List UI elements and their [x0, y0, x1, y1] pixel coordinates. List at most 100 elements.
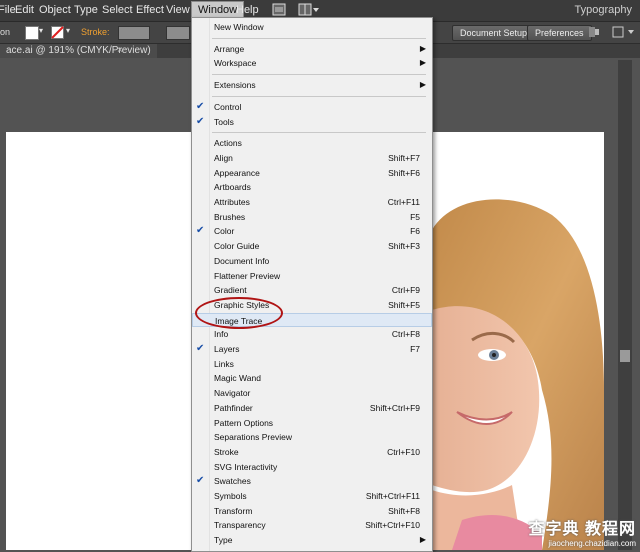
menu-item-color[interactable]: ✔ Color F6 — [192, 224, 432, 238]
menu-item-label: Pattern Options — [214, 417, 274, 428]
checkmark-icon: ✔ — [196, 343, 205, 354]
menu-item-label: Info — [214, 329, 229, 340]
menu-item-symbols[interactable]: Symbols Shift+Ctrl+F11 — [192, 489, 432, 503]
menu-item-info[interactable]: Info Ctrl+F8 — [192, 327, 432, 341]
close-icon[interactable]: × — [117, 45, 123, 56]
menu-separator — [212, 37, 426, 39]
menu-item-document-info[interactable]: Document Info — [192, 254, 432, 268]
menu-item-links[interactable]: Links — [192, 357, 432, 371]
bridge-icon[interactable] — [272, 3, 286, 16]
menu-item-attributes[interactable]: Attributes Ctrl+F11 — [192, 195, 432, 209]
document-tab[interactable]: ace.ai @ 191% (CMYK/Preview) — [0, 44, 157, 58]
menu-item-label: Transform — [214, 505, 253, 516]
menu-item-new-window[interactable]: New Window — [192, 20, 432, 34]
menu-item-label: Appearance — [214, 167, 260, 178]
watermark: 查字典 教程网 jiaocheng.chazidian.com — [529, 515, 636, 548]
menu-item-layers[interactable]: ✔ Layers F7 — [192, 342, 432, 356]
menu-item-shortcut: Ctrl+F9 — [391, 285, 420, 296]
menu-item-shortcut: Shift+F8 — [388, 505, 420, 516]
menu-item-shortcut: Shift+F5 — [388, 299, 420, 310]
menu-object[interactable]: Object — [39, 4, 71, 16]
watermark-url: jiaocheng.chazidian.com — [548, 539, 636, 548]
menu-item-label: Swatches — [214, 476, 251, 487]
menu-separator — [212, 74, 426, 76]
menu-item-type[interactable]: Type ▶ — [192, 533, 432, 547]
submenu-arrow-icon: ▶ — [419, 535, 426, 545]
menu-item-shortcut: Ctrl+F10 — [387, 446, 420, 457]
menu-item-flattener-preview[interactable]: Flattener Preview — [192, 269, 432, 283]
menu-item-label: Workspace — [214, 58, 257, 69]
menu-item-label: Pathfinder — [214, 402, 253, 413]
variable-width-field[interactable] — [166, 26, 190, 40]
menu-item-workspace[interactable]: Workspace ▶ — [192, 56, 432, 70]
workspace-switcher[interactable]: Typography — [575, 4, 632, 16]
menu-item-shortcut: Shift+Ctrl+F9 — [369, 402, 420, 413]
menu-item-artboards[interactable]: Artboards — [192, 180, 432, 194]
menu-select[interactable]: Select — [102, 4, 133, 16]
checkmark-icon: ✔ — [196, 100, 205, 112]
preferences-button[interactable]: Preferences — [527, 25, 592, 41]
fill-swatch[interactable] — [25, 26, 39, 40]
menu-item-control[interactable]: ✔ Control — [192, 100, 432, 114]
arrange-icon[interactable] — [588, 26, 600, 38]
menu-item-magic-wand[interactable]: Magic Wand — [192, 371, 432, 385]
menu-item-transform[interactable]: Transform Shift+F8 — [192, 504, 432, 518]
menu-item-label: Color — [214, 226, 235, 237]
menu-item-label: Align — [214, 152, 233, 163]
menu-item-label: Tools — [214, 116, 234, 127]
menu-item-label: Document Info — [214, 255, 270, 266]
menu-item-shortcut: Ctrl+F8 — [391, 329, 420, 340]
menu-type[interactable]: Type — [74, 4, 98, 16]
menu-effect[interactable]: Effect — [136, 4, 164, 16]
menu-help[interactable]: Help — [236, 4, 259, 16]
menu-item-label: Gradient — [214, 285, 247, 296]
menu-item-color-guide[interactable]: Color Guide Shift+F3 — [192, 239, 432, 253]
scrollbar-thumb[interactable] — [620, 350, 630, 362]
menu-item-label: Extensions — [214, 80, 256, 91]
menu-item-gradient[interactable]: Gradient Ctrl+F9 — [192, 283, 432, 297]
arrange-documents-icon[interactable] — [298, 3, 320, 16]
menu-item-pathfinder[interactable]: Pathfinder Shift+Ctrl+F9 — [192, 401, 432, 415]
document-setup-button[interactable]: Document Setup — [452, 25, 536, 41]
checkmark-icon: ✔ — [196, 115, 205, 127]
menu-item-arrange[interactable]: Arrange ▶ — [192, 42, 432, 56]
stroke-none-swatch[interactable] — [51, 26, 64, 39]
menu-item-separations-preview[interactable]: Separations Preview — [192, 430, 432, 444]
submenu-arrow-icon: ▶ — [419, 43, 426, 53]
submenu-arrow-icon: ▶ — [419, 58, 426, 68]
menu-item-actions[interactable]: Actions — [192, 136, 432, 150]
menu-item-shortcut: Shift+F3 — [388, 241, 420, 252]
menu-item-label: Magic Wand — [214, 373, 261, 384]
menu-item-pattern-options[interactable]: Pattern Options — [192, 416, 432, 430]
menu-item-label: Type — [214, 535, 233, 546]
menu-item-label: Separations Preview — [214, 432, 292, 443]
menu-item-shortcut: F5 — [410, 211, 420, 222]
menu-item-align[interactable]: Align Shift+F7 — [192, 151, 432, 165]
stroke-weight-field[interactable] — [118, 26, 150, 40]
menu-item-appearance[interactable]: Appearance Shift+F6 — [192, 166, 432, 180]
menu-item-label: Transparency — [214, 520, 266, 531]
menu-item-shortcut: F6 — [410, 226, 420, 237]
menu-item-stroke[interactable]: Stroke Ctrl+F10 — [192, 445, 432, 459]
menu-item-shortcut: Shift+F7 — [388, 152, 420, 163]
menu-item-label: Links — [214, 358, 234, 369]
menu-item-navigator[interactable]: Navigator — [192, 386, 432, 400]
menu-item-label: Control — [214, 101, 242, 112]
menu-item-svg-interactivity[interactable]: SVG Interactivity — [192, 460, 432, 474]
menu-file[interactable]: File — [0, 4, 16, 16]
vertical-scrollbar[interactable] — [618, 60, 632, 550]
menu-item-transparency[interactable]: Transparency Shift+Ctrl+F10 — [192, 518, 432, 532]
menu-item-swatches[interactable]: ✔ Swatches — [192, 474, 432, 488]
menu-item-brushes[interactable]: Brushes F5 — [192, 210, 432, 224]
panel-menu-icon[interactable] — [612, 26, 636, 38]
menu-item-extensions[interactable]: Extensions ▶ — [192, 78, 432, 92]
menu-view[interactable]: View — [166, 4, 190, 16]
menu-item-label: Brushes — [214, 211, 246, 222]
menu-item-label: Color Guide — [214, 241, 260, 252]
menu-item-label: Artboards — [214, 182, 251, 193]
menu-edit[interactable]: Edit — [15, 4, 34, 16]
menu-item-tools[interactable]: ✔ Tools — [192, 115, 432, 129]
stroke-label[interactable]: Stroke: — [81, 27, 110, 37]
chevron-down-icon[interactable]: ▾ — [66, 26, 70, 35]
chevron-down-icon[interactable]: ▾ — [39, 26, 43, 35]
